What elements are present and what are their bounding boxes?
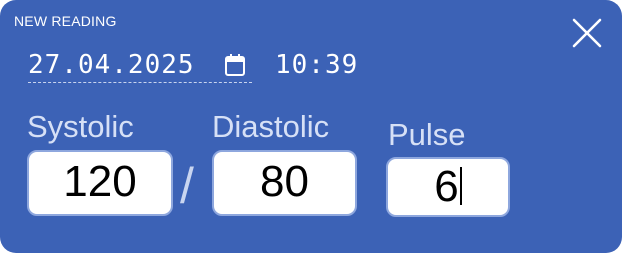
calendar-icon[interactable]	[224, 53, 246, 82]
time-field[interactable]: 10:39	[275, 48, 358, 82]
diastolic-input[interactable]: 80	[212, 150, 357, 216]
dialog-title: NEW READING	[14, 13, 117, 29]
pulse-input[interactable]: 6	[386, 157, 510, 217]
new-reading-dialog: NEW READING 27.04.2025 10:39 Systolic Di…	[0, 0, 622, 253]
date-value: 27.04.2025	[28, 50, 195, 80]
diastolic-value: 80	[260, 157, 309, 206]
text-caret	[459, 167, 462, 206]
systolic-label: Systolic	[27, 109, 134, 144]
systolic-input[interactable]: 120	[27, 150, 173, 216]
pulse-value: 6	[434, 162, 459, 211]
close-button[interactable]	[570, 16, 604, 50]
diastolic-label: Diastolic	[212, 109, 330, 144]
bp-separator: /	[180, 158, 194, 214]
date-field[interactable]: 27.04.2025	[28, 48, 252, 83]
pulse-label: Pulse	[388, 117, 466, 152]
close-icon	[572, 18, 602, 48]
systolic-value: 120	[63, 157, 137, 206]
